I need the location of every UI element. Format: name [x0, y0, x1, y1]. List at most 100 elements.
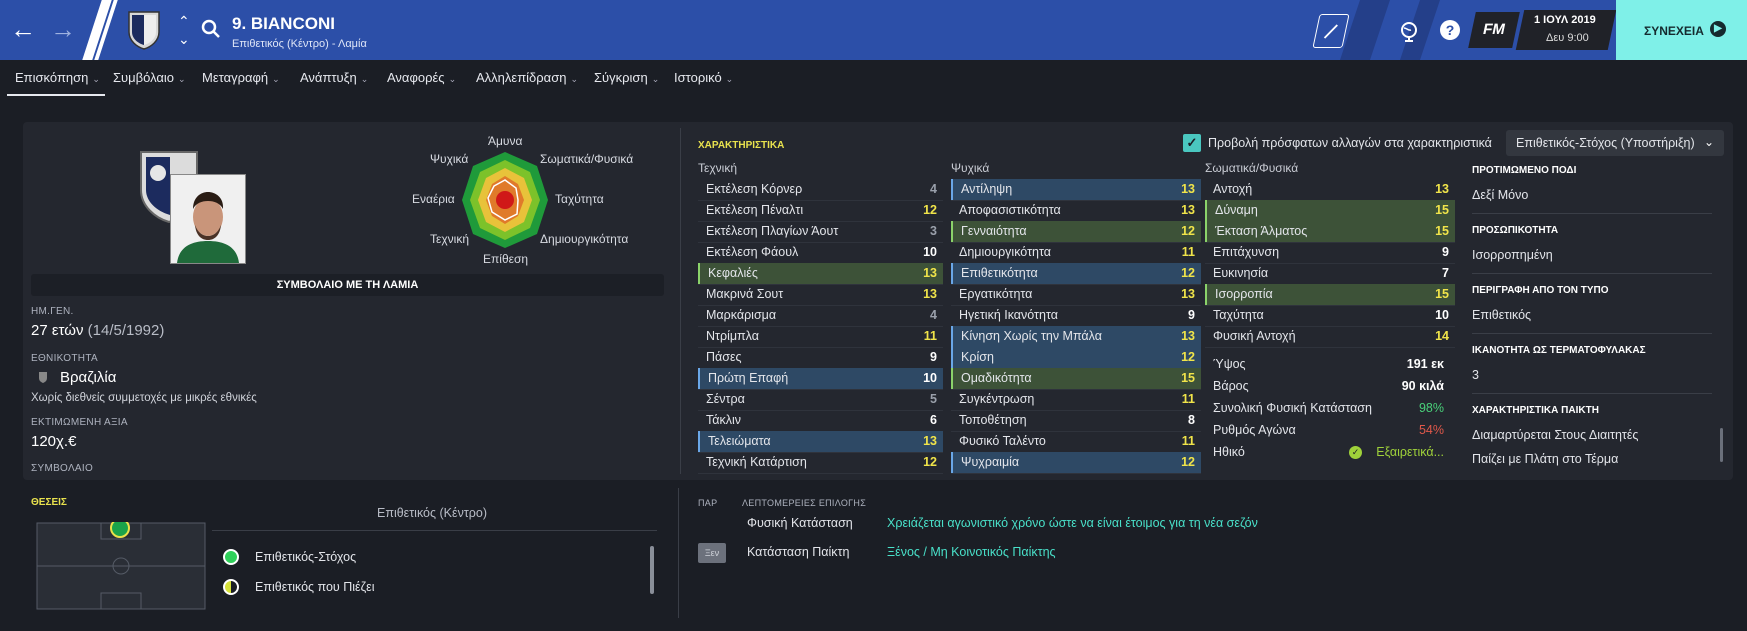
attribute-row[interactable]: Αντοχή 13 [1205, 179, 1455, 200]
fm-logo[interactable]: FM [1468, 12, 1520, 48]
role-item[interactable]: Επιθετικός-Στόχος [255, 550, 356, 564]
attribute-row[interactable]: Τεχνική Κατάρτιση 12 [698, 452, 943, 473]
attribute-radar-chart [462, 152, 548, 248]
attribute-row[interactable]: Τοποθέτηση 8 [951, 410, 1201, 431]
attribute-name: Ισορροπία [1215, 287, 1273, 301]
attribute-row[interactable]: Ταχύτητα 10 [1205, 305, 1455, 326]
selection-value[interactable]: Χρειάζεται αγωνιστικό χρόνο ώστε να είνα… [887, 516, 1258, 530]
attribute-row[interactable]: Μαρκάρισμα 4 [698, 305, 943, 326]
attribute-name: Ομαδικότητα [961, 371, 1032, 385]
attribute-row[interactable]: Δημιουργικότητα 11 [951, 242, 1201, 263]
globe-icon[interactable] [1398, 20, 1420, 42]
show-changes-checkbox[interactable]: ✓ [1183, 134, 1201, 152]
updown-chevrons-icon[interactable]: ⌃ ⌄ [178, 12, 190, 48]
roles-scrollbar[interactable] [650, 546, 654, 594]
contract-title[interactable]: ΣΥΜΒΟΛΑΙΟ ΜΕ ΤΗ ΛΑΜΙΑ [31, 274, 664, 296]
attribute-value: 10 [1435, 308, 1449, 322]
show-changes-label[interactable]: Προβολή πρόσφατων αλλαγών στα χαρακτηρισ… [1208, 136, 1492, 150]
attribute-row[interactable]: Εκτέλεση Πλαγίων Άουτ 3 [698, 221, 943, 242]
attribute-row[interactable]: Φυσικό Ταλέντο 11 [951, 431, 1201, 452]
attribute-value: 15 [1181, 371, 1195, 385]
personality-block: ΠΡΟΣΩΠΙΚΟΤΗΤΑ Ισορροπημένη [1472, 225, 1712, 262]
attribute-row[interactable]: Πρώτη Επαφή 10 [698, 368, 943, 389]
attribute-row[interactable]: Μακρινά Σουτ 13 [698, 284, 943, 305]
attribute-row[interactable]: Τελειώματα 13 [698, 431, 943, 452]
attribute-value: 13 [1181, 182, 1195, 196]
nationality[interactable]: Βραζιλία [60, 369, 116, 386]
attribute-row[interactable]: Δύναμη 15 [1205, 200, 1455, 221]
attribute-value: 11 [1181, 392, 1195, 406]
attribute-name: Μακρινά Σουτ [706, 287, 784, 301]
info-value: Δεξί Μόνο [1472, 188, 1529, 202]
attribute-row[interactable]: Ισορροπία 15 [1205, 284, 1455, 305]
attribute-row[interactable]: Εργατικότητα 13 [951, 284, 1201, 305]
attribute-row[interactable]: Φυσική Αντοχή 14 [1205, 326, 1455, 347]
physical-info-label: Ηθικό [1213, 445, 1245, 459]
physical-info-row[interactable]: ✓ Ηθικό Εξαιρετικά... [1205, 442, 1450, 463]
player-subtitle[interactable]: Επιθετικός (Κέντρο) - Λαμία [232, 38, 367, 50]
row-divider [951, 473, 1201, 474]
attribute-row[interactable]: Αντίληψη 13 [951, 179, 1201, 200]
forward-arrow-icon[interactable]: → [50, 14, 76, 45]
attribute-name: Πάσες [706, 350, 742, 364]
attribute-row[interactable]: Έκταση Άλματος 15 [1205, 221, 1455, 242]
attribute-row[interactable]: Ομαδικότητα 15 [951, 368, 1201, 389]
attribute-row[interactable]: Κεφαλιές 13 [698, 263, 943, 284]
tab-reports[interactable]: Αναφορές ⌄ [387, 70, 456, 85]
attribute-row[interactable]: Εκτέλεση Φάουλ 10 [698, 242, 943, 263]
tab-transfer[interactable]: Μεταγραφή ⌄ [202, 70, 280, 85]
tab-interaction[interactable]: Αλληλεπίδραση ⌄ [476, 70, 578, 85]
role-item[interactable]: Επιθετικός που Πιέζει [255, 580, 374, 594]
tab-label: Αναφορές [387, 70, 445, 85]
attribute-row[interactable]: Κίνηση Χωρίς την Μπάλα 13 [951, 326, 1201, 347]
physical-info-row: Ρυθμός Αγώνα 54% [1205, 420, 1450, 441]
help-icon[interactable]: ? [1440, 20, 1460, 40]
attribute-name: Συγκέντρωση [959, 392, 1035, 406]
selection-value[interactable]: Ξένος / Μη Κοινοτικός Παίκτης [887, 545, 1056, 559]
physical-info-value: 191 εκ [1406, 357, 1444, 371]
traits-scrollbar[interactable] [1720, 428, 1723, 462]
attribute-row[interactable]: Εκτέλεση Πέναλτι 12 [698, 200, 943, 221]
attribute-row[interactable]: Τάκλιν 6 [698, 410, 943, 431]
tab-overview[interactable]: Επισκόπηση ⌄ [15, 70, 100, 85]
foreign-badge: Ξεν [698, 543, 726, 563]
radar-label-creativity: Δημιουργικότητα [540, 232, 629, 246]
radar-label-speed: Ταχύτητα [555, 192, 604, 206]
attribute-value: 10 [923, 371, 937, 385]
attribute-row[interactable]: Κρίση 12 [951, 347, 1201, 368]
attribute-row[interactable]: Συγκέντρωση 11 [951, 389, 1201, 410]
attribute-row[interactable]: Αποφασιστικότητα 13 [951, 200, 1201, 221]
selection-col-details: ΛΕΠΤΟΜΕΡΕΙΕΣ ΕΠΙΛΟΓΗΣ [742, 498, 867, 508]
tab-contract[interactable]: Συμβόλαιο ⌄ [113, 70, 186, 85]
radar-label-mental: Ψυχικά [430, 152, 469, 166]
attribute-row[interactable]: Σέντρα 5 [698, 389, 943, 410]
attribute-row[interactable]: Εκτέλεση Κόρνερ 4 [698, 179, 943, 200]
attribute-row[interactable]: Επιτάχυνση 9 [1205, 242, 1455, 263]
attribute-value: 13 [923, 287, 937, 301]
search-icon[interactable] [200, 18, 222, 40]
tab-comparison[interactable]: Σύγκριση ⌄ [594, 70, 659, 85]
selection-label: Κατάσταση Παίκτη [747, 545, 850, 559]
attribute-row[interactable]: Ντρίμπλα 11 [698, 326, 943, 347]
tab-development[interactable]: Ανάπτυξη ⌄ [300, 70, 368, 85]
attribute-row[interactable]: Γενναιότητα 12 [951, 221, 1201, 242]
attribute-row[interactable]: Επιθετικότητα 12 [951, 263, 1201, 284]
attribute-row[interactable]: Ευκινησία 7 [1205, 263, 1455, 284]
info-title: ΙΚΑΝΟΤΗΤΑ ΩΣ ΤΕΡΜΑΤΟΦΥΛΑΚΑΣ [1472, 345, 1646, 356]
attribute-name: Κρίση [961, 350, 994, 364]
continue-button[interactable]: ΣΥΝΕΧΕΙΑ ▶ [1616, 0, 1747, 60]
attribute-name: Δύναμη [1215, 203, 1258, 217]
attribute-value: 13 [1181, 329, 1195, 343]
role-select[interactable]: Επιθετικός-Στόχος (Υποστήριξη) ⌄ [1506, 130, 1724, 156]
tab-history[interactable]: Ιστορικό ⌄ [674, 70, 733, 85]
continue-label: ΣΥΝΕΧΕΙΑ [1644, 24, 1704, 38]
back-arrow-icon[interactable]: ← [10, 14, 36, 45]
attribute-row[interactable]: Ψυχραιμία 12 [951, 452, 1201, 473]
attribute-row[interactable]: Ηγετική Ικανότητα 9 [951, 305, 1201, 326]
attribute-row[interactable]: Πάσες 9 [698, 347, 943, 368]
physical-header: Σωματικά/Φυσικά [1205, 161, 1299, 175]
attribute-name: Φυσικό Ταλέντο [959, 434, 1046, 448]
morale-icon: ✓ [1349, 446, 1362, 459]
radar-label-physical: Σωματικά/Φυσικά [540, 152, 634, 166]
position-main: Επιθετικός (Κέντρο) [376, 506, 487, 520]
